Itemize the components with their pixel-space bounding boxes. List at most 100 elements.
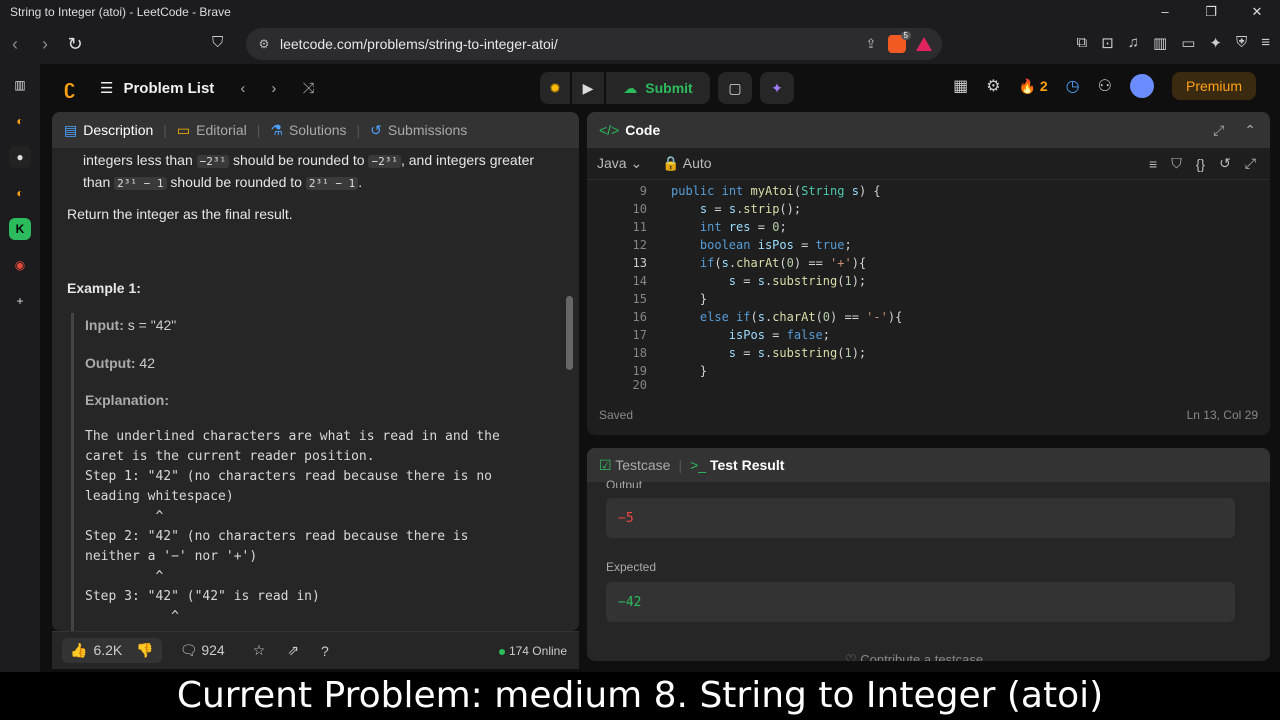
- like-count: 6.2K: [93, 642, 123, 658]
- window-titlebar: String to Integer (atoi) - LeetCode - Br…: [0, 0, 1280, 24]
- layout-icon[interactable]: ▦: [953, 76, 968, 96]
- brave-rewards-icon[interactable]: [916, 37, 932, 51]
- bookmark-code-icon[interactable]: ⛉: [1171, 155, 1182, 172]
- tab-editorial[interactable]: ▭ Editorial: [177, 122, 247, 139]
- add-friend-icon[interactable]: ⚇: [1098, 76, 1112, 96]
- url-text[interactable]: leetcode.com/problems/string-to-integer-…: [280, 36, 860, 52]
- tab-testcase-label: Testcase: [615, 456, 671, 473]
- line-number: 20: [632, 380, 647, 390]
- forward-icon[interactable]: ›: [30, 34, 60, 55]
- line-number: 11: [632, 220, 647, 234]
- k-site-icon[interactable]: K: [9, 218, 31, 240]
- description-panel: ▤ Description | ▭ Editorial | ⚗ Solutions |…: [52, 112, 579, 631]
- code-line: 19 }: [587, 362, 1270, 380]
- leetcode-pinned-icon[interactable]: ◐: [9, 182, 31, 204]
- ai-assist-button[interactable]: ✦: [760, 72, 794, 104]
- problem-list-nav: ☰ Problem List ‹ › ⤨: [100, 79, 314, 98]
- example-output: Output: 42: [85, 355, 575, 371]
- inline-code: −2³¹: [196, 155, 230, 168]
- line-content: public int myAtoi(String s) {: [671, 184, 881, 198]
- leetcode-logo-icon[interactable]: ʗ: [64, 77, 84, 99]
- prev-problem-icon[interactable]: ‹: [240, 80, 245, 97]
- leetcode-tab-icon[interactable]: ◐: [9, 110, 31, 132]
- tab-submissions[interactable]: ↺ Submissions: [370, 122, 467, 139]
- site-tab-icon[interactable]: ●: [9, 146, 31, 168]
- settings-icon[interactable]: ⚙: [986, 76, 1000, 96]
- output-value: 42: [139, 355, 155, 371]
- mode-label: Auto: [682, 155, 712, 171]
- vpn-icon[interactable]: ⛨: [1236, 34, 1247, 52]
- add-panel-icon[interactable]: +: [9, 290, 31, 312]
- brave-shields-icon[interactable]: 5: [888, 31, 911, 53]
- line-content: s = s.substring(1);: [728, 346, 867, 360]
- timer-icon[interactable]: ◷: [1066, 76, 1080, 96]
- avatar[interactable]: [1129, 74, 1154, 98]
- star-icon[interactable]: ☆: [253, 642, 266, 659]
- premium-button[interactable]: Premium: [1171, 72, 1256, 100]
- help-icon[interactable]: ?: [321, 643, 329, 659]
- extensions-icon[interactable]: ⧉: [1076, 34, 1087, 52]
- debug-button[interactable]: ✹: [540, 72, 570, 104]
- media-icon[interactable]: ♫: [1128, 34, 1139, 52]
- editorial-icon: ▭: [176, 121, 191, 138]
- list-icon[interactable]: ☰: [100, 79, 113, 97]
- next-problem-icon[interactable]: ›: [271, 80, 276, 97]
- para-text: should be rounded to: [170, 174, 302, 190]
- maximize-panel-icon[interactable]: ⤢: [1213, 122, 1224, 139]
- shield-site-icon[interactable]: ◉: [9, 254, 31, 276]
- random-problem-icon[interactable]: ⤨: [302, 80, 314, 97]
- reset-icon[interactable]: ↺: [1219, 155, 1231, 172]
- back-icon[interactable]: ‹: [0, 34, 30, 55]
- site-settings-icon[interactable]: ⚙: [254, 37, 274, 51]
- reload-icon[interactable]: ↻: [60, 34, 90, 55]
- like-button[interactable]: 👍 6.2K 👎: [62, 638, 162, 663]
- sidebar-toggle-icon[interactable]: ▥: [1153, 34, 1167, 52]
- thumbs-down-icon[interactable]: 👎: [136, 642, 153, 659]
- cursor-position: Ln 13, Col 29: [1186, 408, 1258, 422]
- code-line: 20: [587, 380, 1270, 390]
- tab-solutions-label: Solutions: [288, 122, 347, 138]
- menu-icon[interactable]: ≡: [1261, 34, 1270, 52]
- problem-list-link[interactable]: Problem List: [123, 80, 214, 97]
- format-icon[interactable]: ≡: [1149, 156, 1157, 172]
- code-line: 9 public int myAtoi(String s) {: [587, 182, 1270, 200]
- run-button[interactable]: ▶: [572, 72, 604, 104]
- comments-button[interactable]: 🗨 924: [180, 642, 225, 659]
- tab-test-result[interactable]: >_ Test Result: [690, 457, 784, 473]
- auto-mode[interactable]: 🔒 Auto: [662, 155, 711, 172]
- maximize-button[interactable]: ❐: [1188, 4, 1234, 20]
- share-link-icon[interactable]: ⇗: [287, 642, 299, 659]
- notes-button[interactable]: ▢: [718, 72, 752, 104]
- submit-button[interactable]: ☁ Submit: [606, 72, 710, 104]
- online-label: 174 Online: [508, 643, 567, 658]
- reading-list-icon[interactable]: ▥: [9, 74, 31, 96]
- tab-solutions[interactable]: ⚗ Solutions: [270, 122, 346, 139]
- description-footer: 👍 6.2K 👎 🗨 924 ☆ ⇗ ? 174 Online: [52, 631, 579, 669]
- contribute-testcase-link[interactable]: ♡ Contribute a testcase: [845, 652, 983, 661]
- address-bar[interactable]: ⚙ leetcode.com/problems/string-to-intege…: [246, 28, 942, 60]
- share-icon[interactable]: ⇪: [860, 36, 882, 52]
- tab-description[interactable]: ▤ Description: [64, 122, 153, 139]
- leo-ai-icon[interactable]: ✦: [1209, 34, 1222, 52]
- fullscreen-icon[interactable]: ⤢: [1245, 155, 1256, 172]
- code-editor[interactable]: 9 public int myAtoi(String s) { 10 s = s.…: [587, 182, 1270, 392]
- line-number: 9: [639, 184, 647, 198]
- browser-toolbar: ‹ › ↻ ⛉ ⚙ leetcode.com/problems/string-t…: [0, 24, 1280, 64]
- output-value: −5: [618, 510, 634, 526]
- collapse-panel-icon[interactable]: ⌃: [1244, 122, 1256, 139]
- thumbs-up-icon: 👍: [70, 642, 88, 658]
- language-select[interactable]: Java ⌄: [597, 155, 642, 172]
- braces-icon[interactable]: {}: [1196, 156, 1205, 172]
- return-text: Return the integer as the final result.: [67, 206, 293, 222]
- streak-counter[interactable]: 🔥 2: [1019, 78, 1048, 95]
- code-line: 14 s = s.substring(1);: [587, 272, 1270, 290]
- wallet-icon[interactable]: ▭: [1181, 34, 1195, 52]
- close-button[interactable]: ✕: [1234, 4, 1280, 20]
- tab-testcase[interactable]: ☑ Testcase: [599, 457, 670, 474]
- description-scrollbar[interactable]: [566, 296, 573, 370]
- comment-count: 924: [201, 642, 225, 658]
- line-number: 13: [632, 256, 647, 270]
- bookmark-icon[interactable]: ⛉: [212, 34, 223, 51]
- minimize-button[interactable]: –: [1142, 4, 1188, 20]
- screenshot-icon[interactable]: ⊡: [1101, 34, 1114, 52]
